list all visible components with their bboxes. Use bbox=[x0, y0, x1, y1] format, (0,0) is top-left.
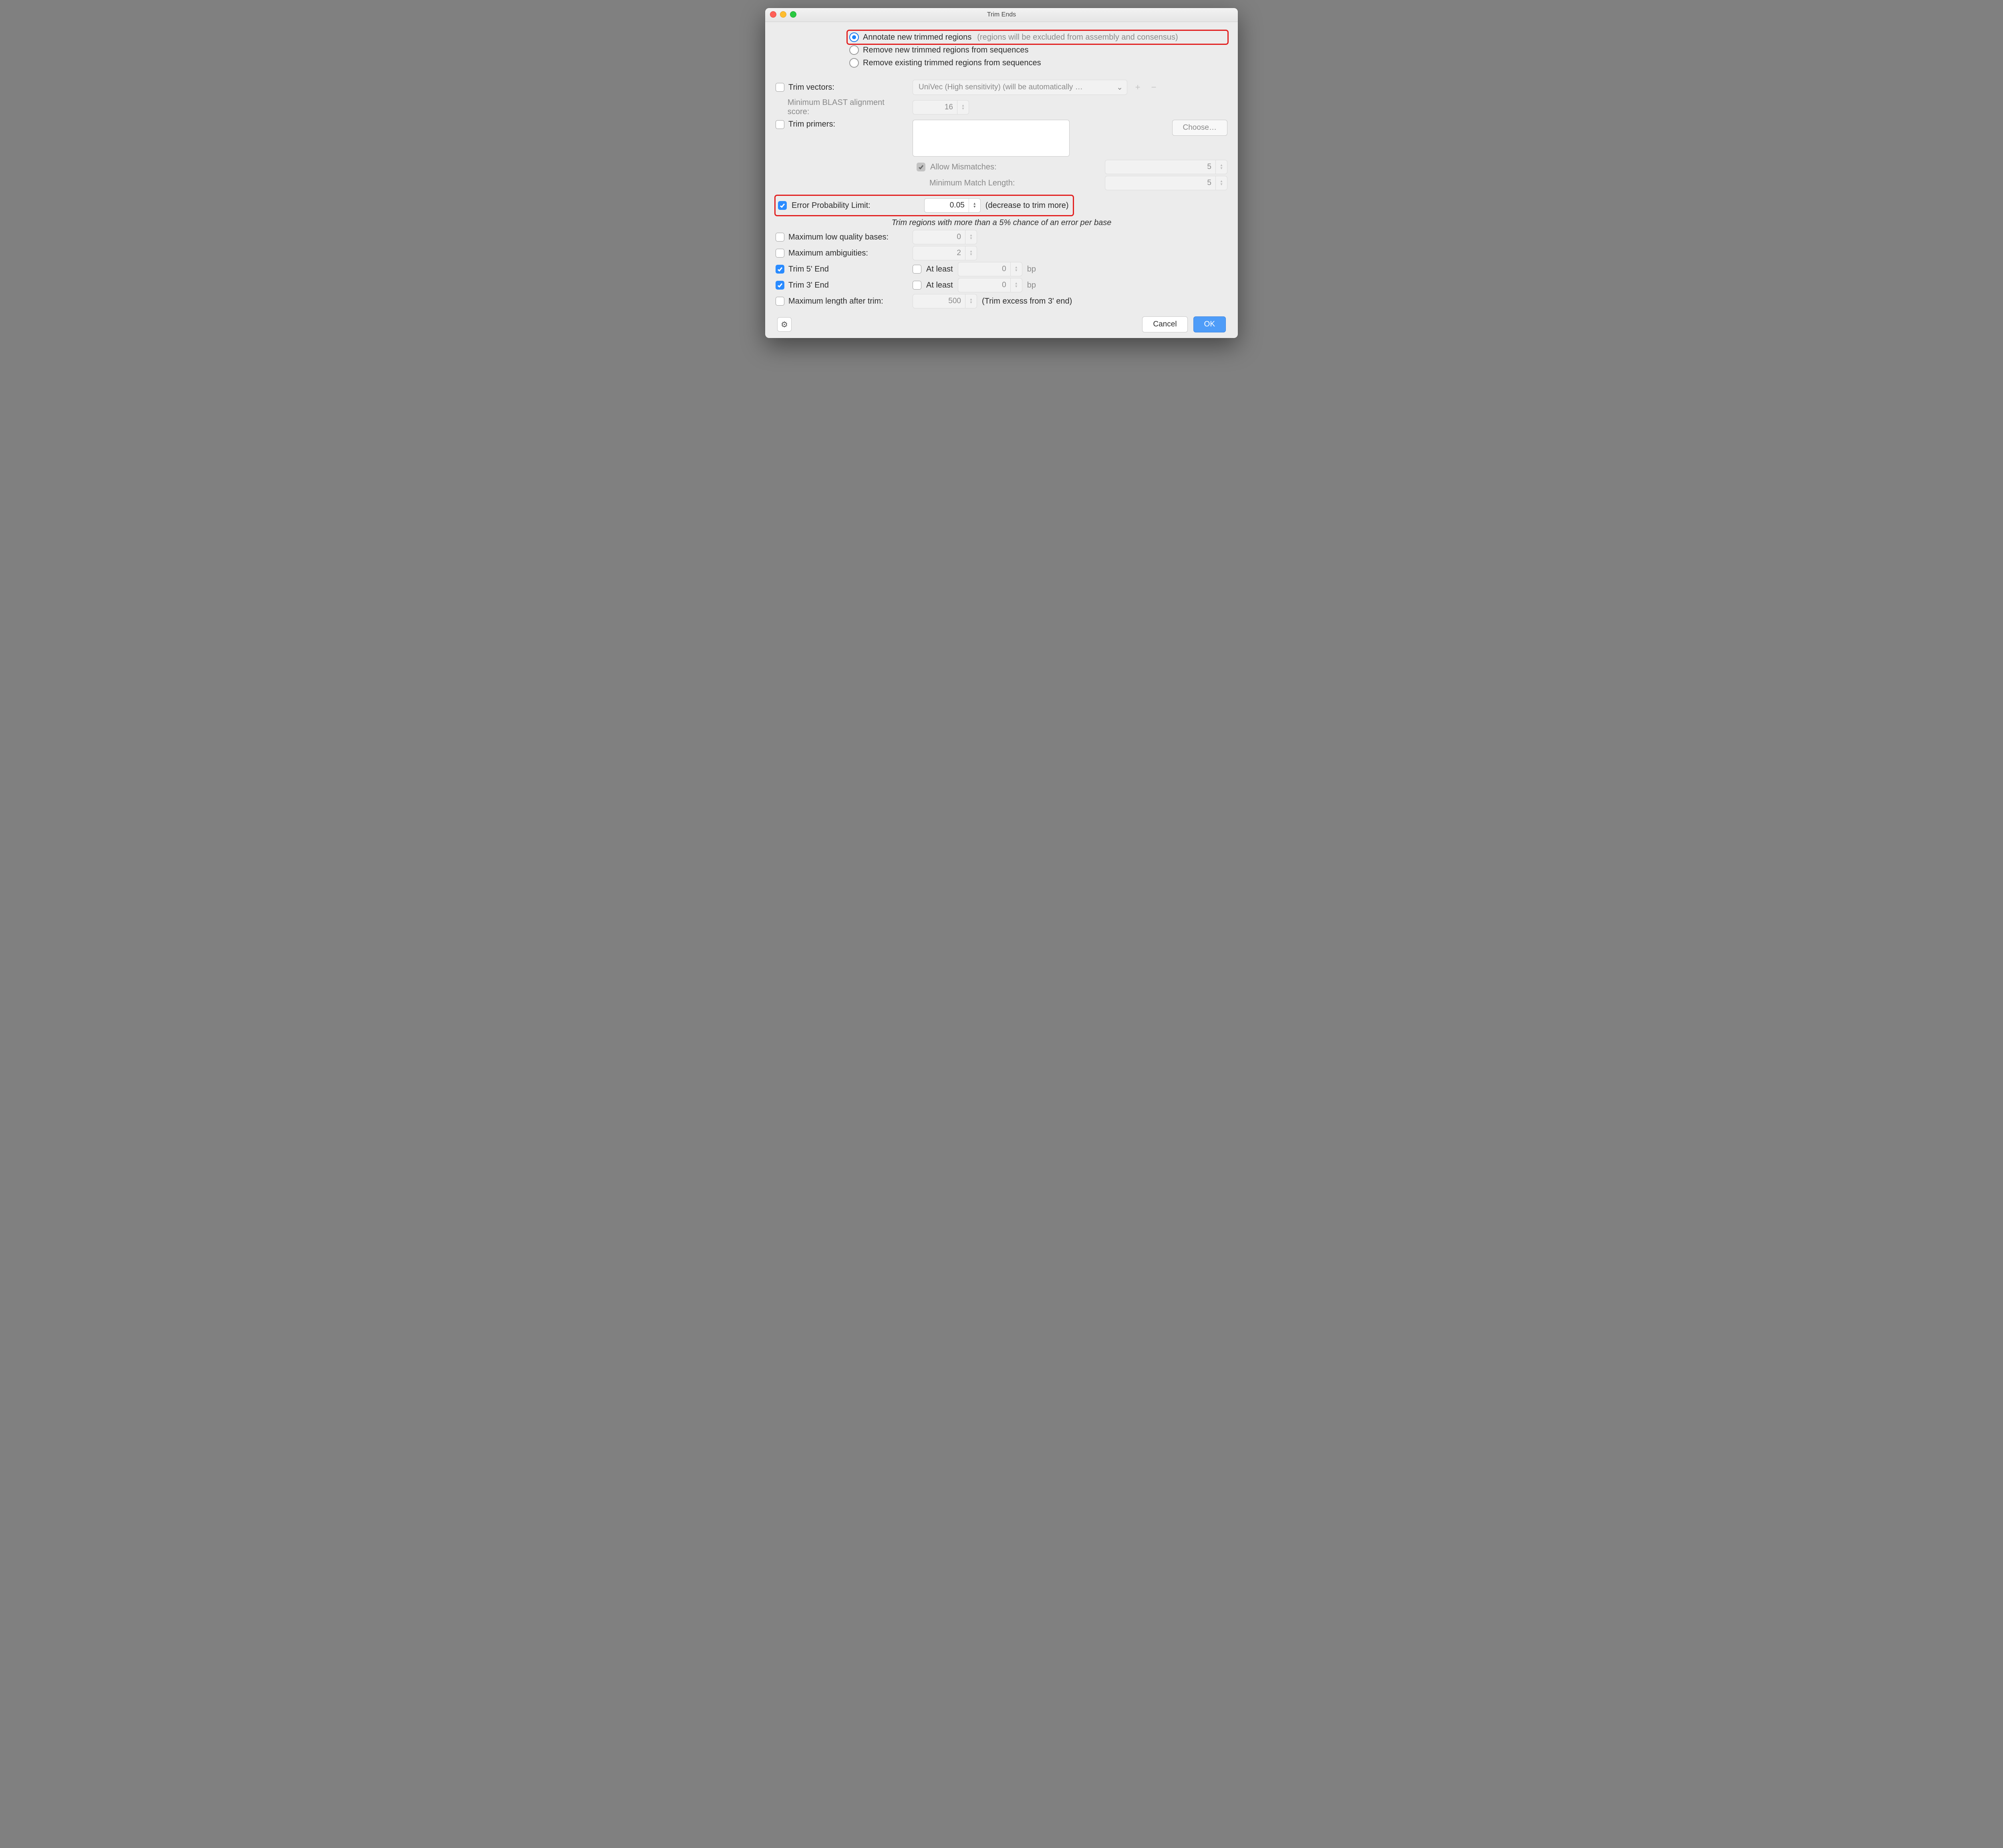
minimize-window-button[interactable] bbox=[780, 11, 786, 18]
settings-gear-button[interactable]: ⚙ bbox=[777, 317, 792, 332]
stepper-value: 0 bbox=[958, 262, 1011, 276]
gear-icon: ⚙ bbox=[781, 320, 788, 330]
stepper-value: 5 bbox=[1105, 176, 1216, 190]
trim-5-unit: bp bbox=[1027, 265, 1036, 274]
dialog-window: Trim Ends Annotate new trimmed regions (… bbox=[765, 8, 1238, 338]
error-probability-checkbox[interactable] bbox=[778, 201, 787, 210]
trim-primers-label: Trim primers: bbox=[788, 120, 835, 129]
error-probability-highlight: Error Probability Limit: 0.05 ▴▾ (decrea… bbox=[776, 196, 1073, 215]
max-length-checkbox[interactable] bbox=[776, 297, 784, 306]
trim-5-label: Trim 5' End bbox=[788, 265, 829, 274]
max-ambig-label: Maximum ambiguities: bbox=[788, 249, 868, 258]
trim-3-label: Trim 3' End bbox=[788, 281, 829, 290]
stepper-arrows-icon: ▴▾ bbox=[1216, 176, 1227, 190]
max-ambig-stepper[interactable]: 2 ▴▾ bbox=[913, 246, 977, 260]
stepper-arrows-icon: ▴▾ bbox=[1011, 278, 1022, 292]
trim-3-unit: bp bbox=[1027, 281, 1036, 290]
radio-icon bbox=[849, 45, 859, 55]
radio-label: Remove new trimmed regions from sequence… bbox=[863, 46, 1029, 55]
radio-remove-new[interactable]: Remove new trimmed regions from sequence… bbox=[848, 44, 1227, 56]
max-length-hint: (Trim excess from 3' end) bbox=[982, 297, 1072, 306]
min-match-length-stepper[interactable]: 5 ▴▾ bbox=[1105, 176, 1227, 190]
max-lowq-label: Maximum low quality bases: bbox=[788, 233, 889, 242]
stepper-value: 2 bbox=[913, 246, 965, 260]
trim-5-atleast-checkbox[interactable] bbox=[913, 265, 921, 274]
stepper-arrows-icon: ▴▾ bbox=[957, 101, 969, 114]
stepper-arrows-icon: ▴▾ bbox=[969, 199, 980, 212]
stepper-arrows-icon: ▴▾ bbox=[965, 230, 977, 244]
radio-icon bbox=[849, 32, 859, 42]
trim-3-atleast-checkbox[interactable] bbox=[913, 281, 921, 290]
trim-vectors-label: Trim vectors: bbox=[788, 83, 834, 92]
radio-remove-existing[interactable]: Remove existing trimmed regions from seq… bbox=[848, 56, 1227, 69]
trim-primers-textbox[interactable] bbox=[913, 120, 1070, 157]
stepper-value: 0 bbox=[913, 230, 965, 244]
error-probability-hint: (decrease to trim more) bbox=[985, 201, 1069, 210]
allow-mismatches-label: Allow Mismatches: bbox=[930, 163, 997, 172]
stepper-value: 0 bbox=[958, 278, 1011, 292]
choose-primers-button[interactable]: Choose… bbox=[1172, 120, 1228, 136]
radio-annotate-new[interactable]: Annotate new trimmed regions (regions wi… bbox=[848, 31, 1227, 44]
zoom-window-button[interactable] bbox=[790, 11, 796, 18]
close-window-button[interactable] bbox=[770, 11, 776, 18]
trim-primers-checkbox[interactable] bbox=[776, 120, 784, 129]
dialog-content: Annotate new trimmed regions (regions wi… bbox=[765, 22, 1238, 338]
trim-5-checkbox[interactable] bbox=[776, 265, 784, 274]
stepper-value: 5 bbox=[1105, 160, 1216, 174]
trim-vectors-checkbox[interactable] bbox=[776, 83, 784, 92]
trim-vectors-db-select[interactable]: UniVec (High sensitivity) (will be autom… bbox=[913, 80, 1127, 95]
trim-3-checkbox[interactable] bbox=[776, 281, 784, 290]
radio-icon bbox=[849, 58, 859, 68]
blast-score-stepper[interactable]: 16 ▴▾ bbox=[913, 100, 969, 115]
error-probability-label: Error Probability Limit: bbox=[792, 201, 871, 210]
stepper-arrows-icon: ▴▾ bbox=[1216, 160, 1227, 174]
stepper-value: 16 bbox=[913, 101, 957, 114]
max-length-stepper[interactable]: 500 ▴▾ bbox=[913, 294, 977, 308]
trim-5-atleast-stepper[interactable]: 0 ▴▾ bbox=[958, 262, 1022, 276]
trim-3-atleast-label: At least bbox=[926, 281, 953, 290]
trim-3-atleast-stepper[interactable]: 0 ▴▾ bbox=[958, 278, 1022, 292]
max-length-label: Maximum length after trim: bbox=[788, 297, 883, 306]
remove-db-button[interactable]: − bbox=[1148, 82, 1159, 93]
radio-hint: (regions will be excluded from assembly … bbox=[977, 33, 1178, 42]
cancel-button[interactable]: Cancel bbox=[1142, 316, 1187, 332]
radio-label: Remove existing trimmed regions from seq… bbox=[863, 58, 1041, 68]
stepper-arrows-icon: ▴▾ bbox=[965, 294, 977, 308]
blast-score-label: Minimum BLAST alignment score: bbox=[788, 98, 908, 117]
select-value: UniVec (High sensitivity) (will be autom… bbox=[919, 83, 1083, 92]
stepper-arrows-icon: ▴▾ bbox=[1011, 262, 1022, 276]
trim-5-atleast-label: At least bbox=[926, 265, 953, 274]
add-db-button[interactable]: + bbox=[1132, 82, 1143, 93]
allow-mismatches-stepper[interactable]: 5 ▴▾ bbox=[1105, 160, 1227, 174]
radio-label: Annotate new trimmed regions bbox=[863, 33, 971, 42]
error-probability-stepper[interactable]: 0.05 ▴▾ bbox=[924, 198, 981, 213]
window-controls bbox=[770, 11, 796, 18]
min-match-length-label: Minimum Match Length: bbox=[929, 179, 1015, 188]
stepper-value: 0.05 bbox=[925, 199, 969, 212]
max-ambig-checkbox[interactable] bbox=[776, 249, 784, 258]
chevron-down-icon: ⌄ bbox=[1116, 83, 1123, 92]
max-lowq-stepper[interactable]: 0 ▴▾ bbox=[913, 230, 977, 244]
ok-button[interactable]: OK bbox=[1193, 316, 1226, 332]
trim-action-radio-group: Annotate new trimmed regions (regions wi… bbox=[848, 31, 1227, 69]
dialog-button-bar: ⚙ Cancel OK bbox=[776, 316, 1227, 332]
window-title: Trim Ends bbox=[987, 11, 1016, 18]
error-probability-description: Trim regions with more than a 5% chance … bbox=[776, 218, 1227, 227]
allow-mismatches-checkbox[interactable] bbox=[917, 163, 925, 171]
titlebar: Trim Ends bbox=[765, 8, 1238, 22]
stepper-arrows-icon: ▴▾ bbox=[965, 246, 977, 260]
max-lowq-checkbox[interactable] bbox=[776, 233, 784, 242]
stepper-value: 500 bbox=[913, 294, 965, 308]
